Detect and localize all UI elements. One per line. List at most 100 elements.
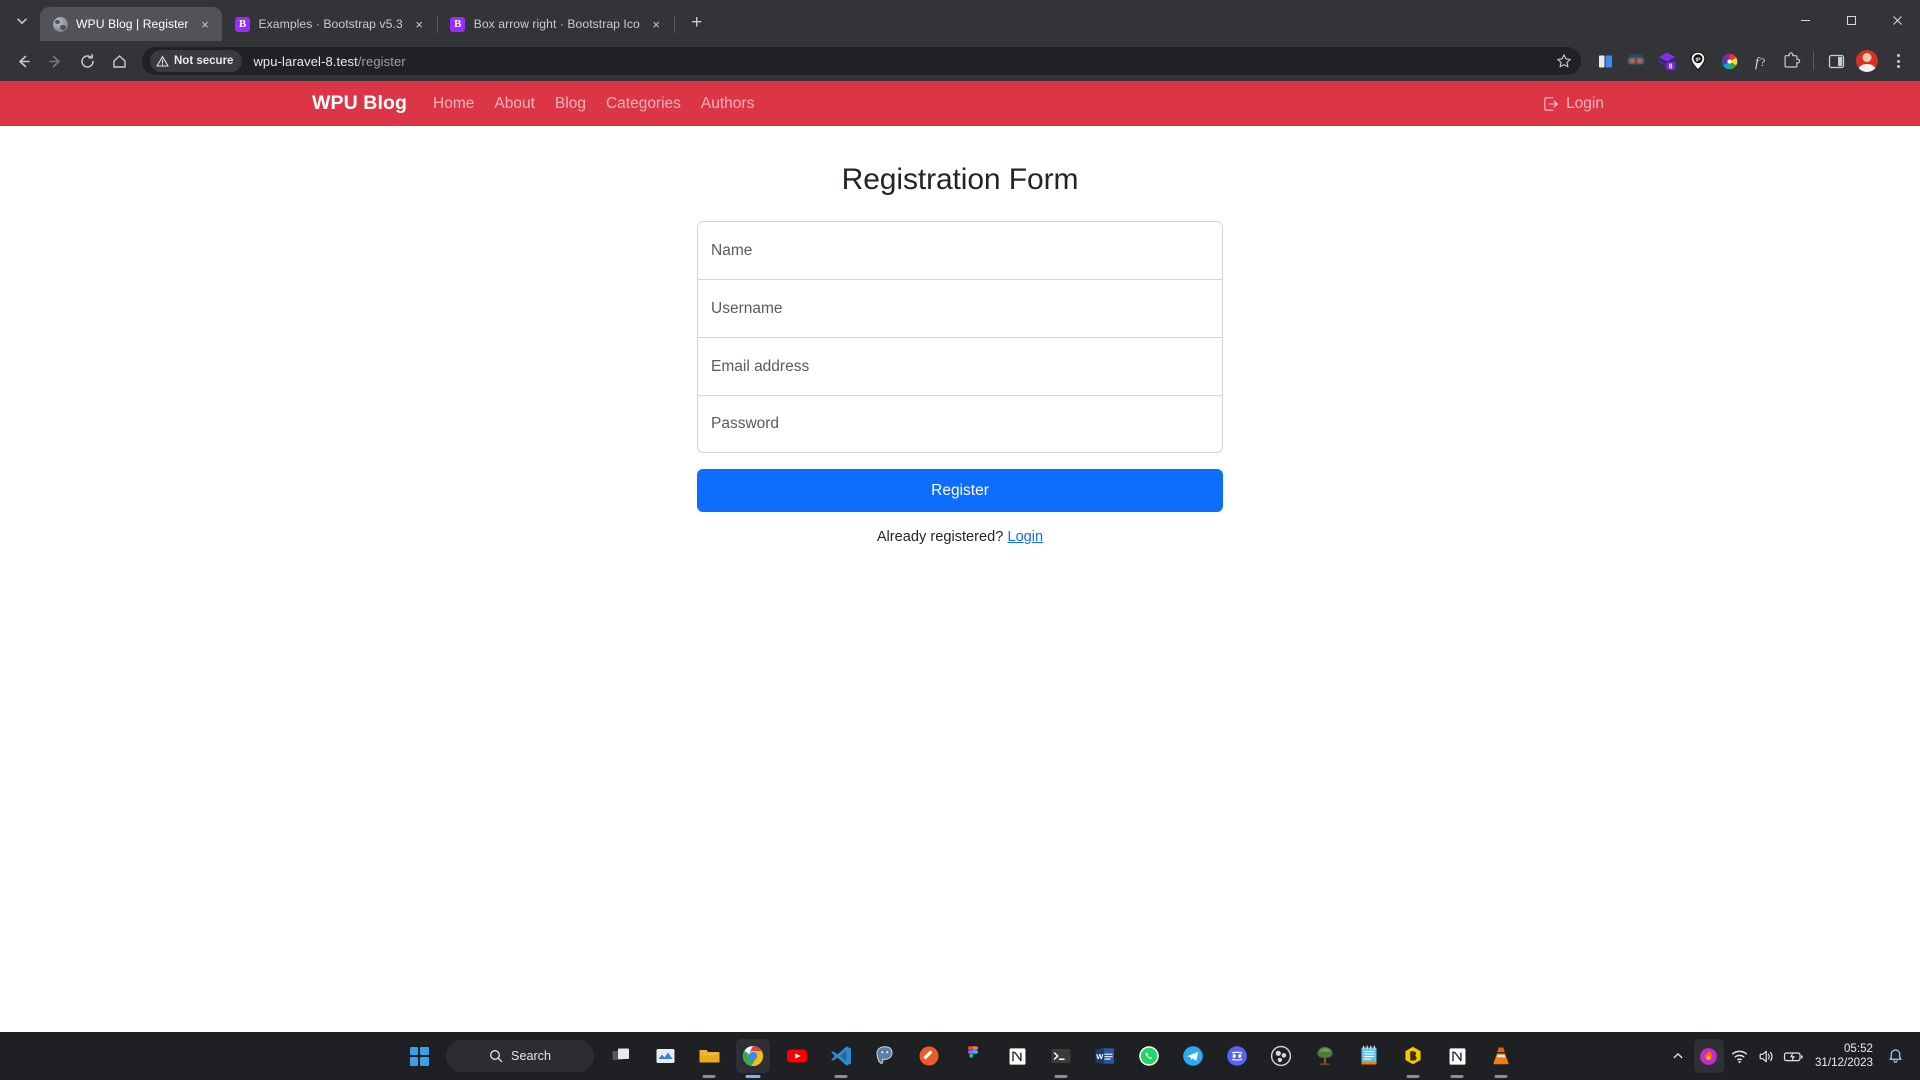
windows-start-icon[interactable] — [402, 1039, 436, 1073]
telegram-icon[interactable] — [1176, 1039, 1210, 1073]
avatar[interactable] — [1853, 47, 1881, 75]
input-group-stack: Name Username Email address Password — [697, 221, 1223, 453]
task-view-icon[interactable] — [604, 1039, 638, 1073]
beekeeper-studio-icon[interactable] — [1396, 1039, 1430, 1073]
url-host: wpu-laravel-8.test — [253, 54, 357, 69]
figma-icon[interactable] — [956, 1039, 990, 1073]
url-text: wpu-laravel-8.test/register — [253, 54, 405, 69]
browser-toolbar: Not secure wpu-laravel-8.test/register 8… — [0, 41, 1920, 81]
url-path: /register — [358, 54, 406, 69]
already-registered-label: Already registered? — [877, 529, 1004, 545]
username-field[interactable]: Username — [697, 279, 1223, 337]
back-arrow-icon[interactable] — [8, 46, 38, 76]
file-explorer-icon[interactable] — [692, 1039, 726, 1073]
browser-tab-0[interactable]: WPU Blog | Register × — [40, 7, 222, 41]
close-icon[interactable]: × — [411, 16, 428, 33]
site-brand[interactable]: WPU Blog — [312, 92, 407, 115]
nav-item-categories[interactable]: Categories — [596, 95, 691, 113]
login-link[interactable]: Login — [1007, 529, 1043, 545]
bell-icon[interactable] — [1884, 1045, 1906, 1067]
side-panel-icon[interactable] — [1822, 47, 1850, 75]
ip-location-icon[interactable]: IP — [1684, 47, 1712, 75]
flame-tray-icon[interactable] — [1694, 1039, 1724, 1073]
chevron-up-icon[interactable] — [1667, 1045, 1689, 1067]
font-finder-icon[interactable]: f? — [1746, 47, 1774, 75]
wifi-icon[interactable] — [1729, 1045, 1751, 1067]
password-placeholder: Password — [711, 415, 779, 433]
name-field[interactable]: Name — [697, 221, 1223, 279]
kebab-menu-icon[interactable] — [1884, 47, 1912, 75]
notion-desktop-icon[interactable] — [1440, 1039, 1474, 1073]
postman-icon[interactable] — [912, 1039, 946, 1073]
reading-list-icon[interactable] — [1591, 47, 1619, 75]
navbar-login-link[interactable]: Login — [1543, 95, 1608, 113]
obs-studio-icon[interactable] — [1264, 1039, 1298, 1073]
window-controls — [1782, 0, 1920, 41]
nav-item-home[interactable]: Home — [423, 95, 484, 113]
navbar-right: Login — [1543, 95, 1608, 113]
reload-icon[interactable] — [72, 46, 102, 76]
nav-item-authors[interactable]: Authors — [691, 95, 764, 113]
maximize-icon[interactable] — [1828, 0, 1874, 41]
notepad-icon[interactable] — [1352, 1039, 1386, 1073]
globe-icon — [52, 16, 68, 32]
svg-text:8: 8 — [1669, 63, 1673, 70]
site-navbar: WPU Blog Home About Blog Categories Auth… — [0, 81, 1920, 126]
extensions-row: 8 IP f? — [1591, 47, 1912, 75]
youtube-icon[interactable] — [780, 1039, 814, 1073]
register-button[interactable]: Register — [697, 469, 1223, 512]
close-icon[interactable]: × — [648, 16, 665, 33]
star-icon[interactable] — [1551, 48, 1577, 74]
sourcetree-icon[interactable] — [1308, 1039, 1342, 1073]
widgets-icon[interactable] — [648, 1039, 682, 1073]
goggles-extension-icon[interactable] — [1622, 47, 1650, 75]
bootstrap-icon: B — [450, 16, 466, 32]
password-field[interactable]: Password — [697, 395, 1223, 453]
nav-item-about[interactable]: About — [484, 95, 545, 113]
discord-icon[interactable] — [1220, 1039, 1254, 1073]
terminal-icon[interactable] — [1044, 1039, 1078, 1073]
color-picker-icon[interactable] — [1715, 47, 1743, 75]
email-field[interactable]: Email address — [697, 337, 1223, 395]
system-tray: 05:52 31/12/2023 — [1667, 1032, 1920, 1080]
postgresql-icon[interactable] — [868, 1039, 902, 1073]
tab-title: WPU Blog | Register — [76, 17, 188, 31]
tab-divider — [674, 16, 675, 33]
not-secure-label: Not secure — [174, 55, 233, 67]
notion-icon[interactable] — [1000, 1039, 1034, 1073]
new-tab-button[interactable]: + — [683, 9, 711, 37]
email-placeholder: Email address — [711, 358, 809, 376]
clock-date: 31/12/2023 — [1815, 1056, 1873, 1070]
nav-links: Home About Blog Categories Authors — [423, 95, 764, 113]
nav-item-blog[interactable]: Blog — [545, 95, 596, 113]
taskbar-clock[interactable]: 05:52 31/12/2023 — [1815, 1042, 1873, 1070]
home-icon[interactable] — [104, 46, 134, 76]
address-bar[interactable]: Not secure wpu-laravel-8.test/register — [142, 47, 1581, 75]
tab-strip: WPU Blog | Register × B Examples · Boots… — [0, 0, 1920, 41]
not-secure-badge[interactable]: Not secure — [150, 50, 242, 72]
browser-window: WPU Blog | Register × B Examples · Boots… — [0, 0, 1920, 1050]
volume-icon[interactable] — [1756, 1045, 1778, 1067]
microsoft-word-icon[interactable]: W — [1088, 1039, 1122, 1073]
battery-charging-icon[interactable] — [1783, 1045, 1805, 1067]
browser-tab-1[interactable]: B Examples · Bootstrap v5.3 × — [222, 7, 436, 41]
forward-arrow-icon[interactable] — [40, 46, 70, 76]
tab-search-chevron-icon[interactable] — [4, 4, 40, 38]
taskbar-search[interactable]: Search — [446, 1040, 594, 1072]
page-title: Registration Form — [0, 163, 1920, 197]
puzzle-extensions-icon[interactable] — [1777, 47, 1805, 75]
window-close-icon[interactable] — [1874, 0, 1920, 41]
taskbar-center-group: Search — [402, 1032, 1518, 1080]
layers-extension-icon[interactable]: 8 — [1653, 47, 1681, 75]
svg-text:IP: IP — [1695, 57, 1700, 63]
google-chrome-icon[interactable] — [736, 1039, 770, 1073]
registration-form: Name Username Email address Password Reg… — [697, 221, 1223, 545]
vs-code-icon[interactable] — [824, 1039, 858, 1073]
browser-tab-2[interactable]: B Box arrow right · Bootstrap Icon × — [438, 7, 674, 41]
whatsapp-icon[interactable] — [1132, 1039, 1166, 1073]
search-icon — [489, 1049, 503, 1063]
minimize-icon[interactable] — [1782, 0, 1828, 41]
vlc-media-player-icon[interactable] — [1484, 1039, 1518, 1073]
close-icon[interactable]: × — [196, 16, 213, 33]
warning-triangle-icon — [156, 55, 169, 68]
